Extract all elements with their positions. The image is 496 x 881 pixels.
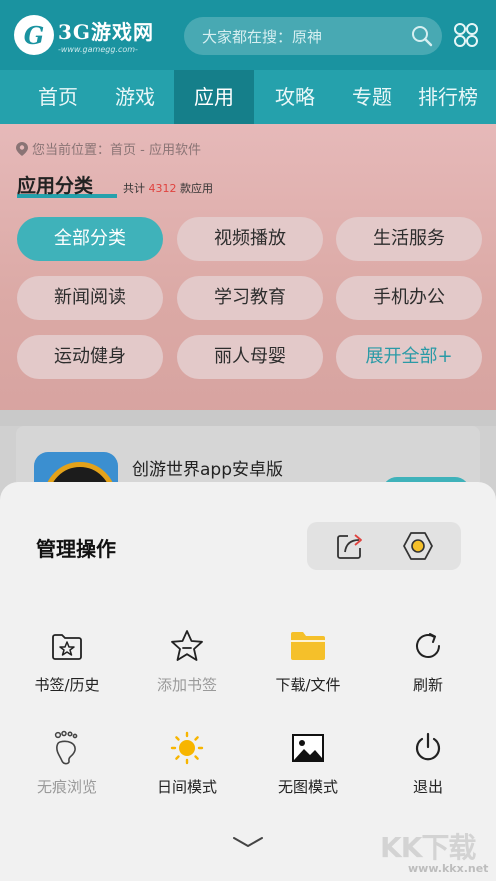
breadcrumb-text: 您当前位置：首页 - 应用软件	[32, 143, 201, 158]
no-image-mode-label: 无图模式	[277, 778, 338, 796]
watermark: KK下载 www.kkx.net	[380, 826, 492, 878]
watermark-logo: KK下载	[380, 831, 476, 864]
nav-home[interactable]: 首页	[18, 70, 98, 124]
refresh-button[interactable]: 刷新	[373, 628, 483, 708]
add-bookmark-button[interactable]: 添加书签	[132, 628, 242, 708]
category-mother-baby[interactable]: 丽人母婴	[177, 335, 323, 379]
no-image-mode-button[interactable]: 无图模式	[253, 730, 363, 810]
exit-button[interactable]: 退出	[373, 730, 483, 810]
day-mode-label: 日间模式	[156, 778, 217, 796]
add-bookmark-label: 添加书签	[156, 676, 217, 694]
nav-games[interactable]: 游戏	[95, 70, 175, 124]
category-news[interactable]: 新闻阅读	[17, 276, 163, 320]
image-icon	[292, 734, 324, 762]
location-pin-icon	[16, 141, 28, 156]
nav-guides[interactable]: 攻略	[255, 70, 335, 124]
downloads-files-label: 下载/文件	[275, 676, 341, 694]
logo-name: 3G游戏网	[58, 20, 154, 44]
page-background	[0, 124, 496, 424]
category-all[interactable]: 全部分类	[17, 217, 163, 261]
category-life[interactable]: 生活服务	[336, 217, 482, 261]
logo-url: -www.gamegg.com-	[58, 45, 138, 54]
share-icon	[337, 534, 362, 559]
nav-topics[interactable]: 专题	[332, 70, 412, 124]
collapse-sheet-button[interactable]	[230, 830, 266, 854]
site-logo[interactable]: G 3G游戏网 -www.gamegg.com-	[14, 14, 154, 56]
search-icon[interactable]	[410, 24, 434, 48]
logo-mark: G	[14, 15, 54, 55]
category-office[interactable]: 手机办公	[336, 276, 482, 320]
day-mode-button[interactable]: 日间模式	[132, 730, 242, 810]
share-button[interactable]	[331, 527, 369, 565]
category-video[interactable]: 视频播放	[177, 217, 323, 261]
downloads-files-button[interactable]: 下载/文件	[253, 628, 363, 708]
breadcrumb: 您当前位置：首页 - 应用软件	[16, 139, 201, 158]
folder-icon	[291, 632, 325, 660]
chevron-down-icon	[233, 837, 263, 847]
sheet-title: 管理操作	[36, 537, 116, 561]
page-divider	[0, 410, 496, 426]
app-name[interactable]: 创游世界app安卓版	[132, 455, 283, 480]
total-prefix: 共计	[123, 182, 145, 195]
total-suffix: 款应用	[180, 182, 213, 195]
watermark-url: www.kkx.net	[408, 862, 489, 875]
incognito-button[interactable]: 无痕浏览	[12, 730, 122, 810]
section-title: 应用分类	[17, 175, 94, 197]
refresh-icon	[416, 633, 440, 658]
footprint-icon	[54, 730, 78, 765]
nav-apps[interactable]: 应用	[174, 70, 254, 124]
exit-label: 退出	[412, 778, 443, 796]
star-icon	[171, 630, 203, 661]
settings-button[interactable]	[399, 527, 437, 565]
total-count: 共计 4312 款应用	[123, 180, 213, 196]
search-input[interactable]: 大家都在搜：原神	[184, 17, 442, 55]
search-placeholder: 大家都在搜：原神	[202, 28, 323, 46]
total-number: 4312	[148, 182, 177, 195]
category-education[interactable]: 学习教育	[177, 276, 323, 320]
site-header: G 3G游戏网 -www.gamegg.com- 大家都在搜：原神	[0, 0, 496, 70]
bookmark-folder-icon	[52, 634, 82, 660]
bookmarks-history-button[interactable]: 书签/历史	[12, 628, 122, 708]
settings-icon	[403, 532, 433, 560]
nav-ranking[interactable]: 排行榜	[418, 70, 496, 124]
category-sports[interactable]: 运动健身	[17, 335, 163, 379]
main-nav: 首页 游戏 应用 攻略 专题 排行榜	[0, 70, 496, 124]
category-expand[interactable]: 展开全部+	[336, 335, 482, 379]
incognito-label: 无痕浏览	[36, 778, 97, 796]
grid-menu-icon[interactable]	[452, 21, 480, 49]
bookmarks-history-label: 书签/历史	[34, 676, 100, 694]
power-icon	[415, 732, 441, 761]
refresh-label: 刷新	[412, 676, 443, 694]
sun-icon	[170, 731, 204, 765]
